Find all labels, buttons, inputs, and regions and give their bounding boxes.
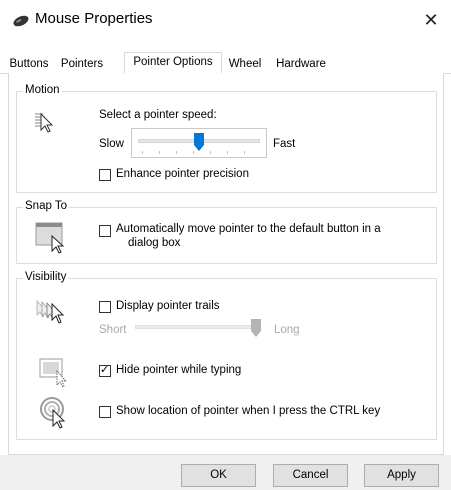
pointer-speed-icon (35, 112, 54, 133)
tab-strip: Buttons Pointers Pointer Options Wheel H… (0, 52, 451, 75)
tab-pointers[interactable]: Pointers (56, 55, 108, 74)
enhance-precision-checkbox[interactable] (99, 169, 111, 181)
pointer-trails-thumb[interactable] (251, 319, 261, 337)
tab-buttons[interactable]: Buttons (4, 55, 54, 74)
visibility-group: Visibility Display pointer trails Short … (16, 271, 437, 440)
hide-pointer-checkbox[interactable]: ✓ (99, 364, 111, 377)
slow-label: Slow (99, 138, 124, 150)
snap-to-group-label: Snap To (23, 200, 69, 212)
snap-to-icon (35, 222, 65, 254)
show-location-checkbox[interactable] (99, 406, 111, 418)
close-button[interactable]: ✕ (411, 0, 451, 40)
pointer-speed-heading: Select a pointer speed: (99, 109, 217, 121)
pointer-trails-label: Display pointer trails (116, 300, 220, 312)
cancel-button[interactable]: Cancel (273, 464, 348, 487)
slider-tick (193, 151, 194, 154)
slider-tick (244, 151, 245, 154)
pointer-trails-checkbox[interactable] (99, 301, 111, 313)
window-title: Mouse Properties (35, 10, 153, 27)
pointer-speed-thumb[interactable] (194, 133, 204, 151)
pointer-trails-icon (36, 299, 65, 324)
mouse-icon (13, 15, 29, 27)
tab-pointer-options[interactable]: Pointer Options (124, 52, 222, 75)
motion-group-label: Motion (23, 84, 62, 96)
slider-tick (227, 151, 228, 154)
ok-button[interactable]: OK (181, 464, 256, 487)
hide-pointer-label: Hide pointer while typing (116, 364, 242, 376)
visibility-group-label: Visibility (23, 271, 69, 283)
apply-button[interactable]: Apply (364, 464, 439, 487)
snap-to-checkbox[interactable] (99, 225, 111, 237)
show-location-icon (40, 397, 66, 429)
tab-panel: Motion Select a pointer speed: Slow Fast… (8, 73, 444, 455)
tab-wheel[interactable]: Wheel (224, 55, 266, 74)
check-icon: ✓ (100, 364, 110, 376)
title-bar: Mouse Properties ✕ (0, 0, 451, 40)
motion-group: Motion Select a pointer speed: Slow Fast… (16, 84, 437, 193)
show-location-label: Show location of pointer when I press th… (116, 405, 381, 417)
tab-hardware[interactable]: Hardware (268, 55, 334, 74)
slider-tick (159, 151, 160, 154)
slider-tick (142, 151, 143, 154)
snap-to-label-line1: Automatically move pointer to the defaul… (116, 223, 381, 235)
pointer-trails-track (135, 325, 261, 329)
enhance-precision-label: Enhance pointer precision (116, 168, 249, 180)
dialog-footer: OK Cancel Apply (0, 455, 451, 490)
long-label: Long (274, 324, 300, 336)
slider-tick (210, 151, 211, 154)
fast-label: Fast (273, 138, 296, 150)
short-label: Short (99, 324, 127, 336)
close-icon: ✕ (423, 9, 439, 30)
pointer-speed-slider[interactable] (131, 128, 267, 158)
hide-pointer-icon (39, 358, 68, 387)
snap-to-group: Snap To Automatically move pointer to th… (16, 200, 437, 264)
pointer-trails-slider[interactable] (131, 315, 267, 341)
snap-to-label-line2: dialog box (128, 237, 181, 249)
slider-tick (176, 151, 177, 154)
